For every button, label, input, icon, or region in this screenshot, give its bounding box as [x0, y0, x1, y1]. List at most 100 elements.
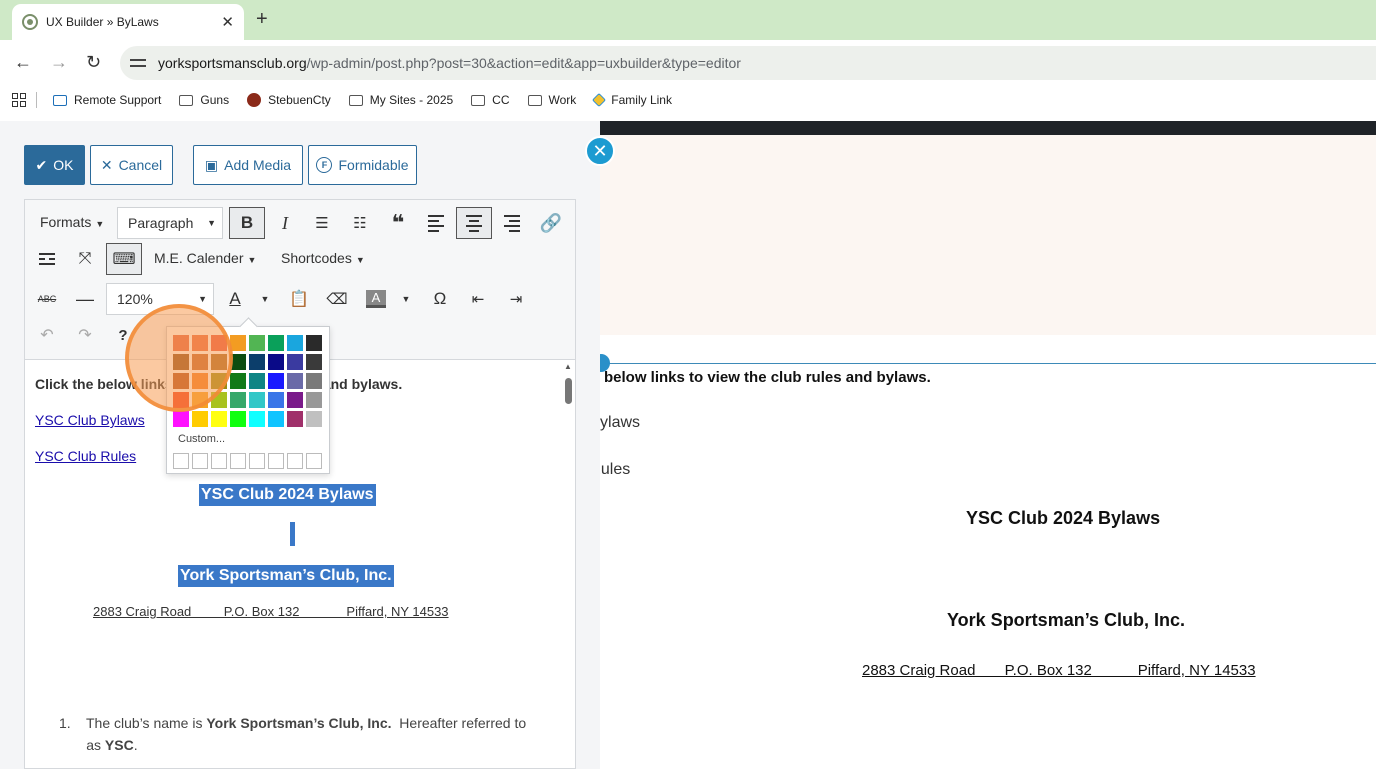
color-swatch[interactable]: [268, 411, 284, 427]
bookmark-family-link[interactable]: Family Link: [592, 92, 672, 108]
strikethrough-icon[interactable]: ABC: [35, 284, 59, 314]
numbered-list-icon[interactable]: ☷: [348, 207, 372, 239]
insert-link-icon[interactable]: 🔗: [538, 207, 564, 239]
stebuencty-icon: [247, 93, 262, 107]
color-swatch[interactable]: [249, 392, 265, 408]
custom-slot[interactable]: [230, 453, 246, 469]
align-left-icon[interactable]: [424, 207, 448, 239]
color-swatch[interactable]: [249, 354, 265, 370]
color-swatch[interactable]: [306, 335, 322, 351]
bookmark-cc[interactable]: CC: [471, 93, 510, 107]
back-icon[interactable]: ←: [14, 52, 32, 72]
redo-icon[interactable]: ↷: [73, 320, 97, 350]
reload-icon[interactable]: ↻: [86, 52, 101, 72]
new-tab-icon[interactable]: +: [256, 9, 268, 29]
text-color-dropdown-icon[interactable]: ▼: [257, 284, 273, 314]
color-swatch[interactable]: [287, 335, 303, 351]
text-color-icon[interactable]: A: [223, 284, 247, 314]
shortcodes-dropdown[interactable]: Shortcodes ▼: [281, 250, 365, 266]
bookmark-guns[interactable]: Guns: [179, 93, 229, 107]
close-icon: ✕: [100, 156, 113, 173]
align-center-icon[interactable]: [456, 207, 492, 239]
bookmark-my-sites[interactable]: My Sites - 2025: [348, 93, 454, 107]
text-editor: Formats ▼ Paragraph ▼ B I ☰ ☷ ❝ 🔗 ⤧ ⌨ M.E.…: [24, 199, 576, 769]
color-swatch[interactable]: [268, 354, 284, 370]
paste-as-text-icon[interactable]: 📋: [287, 284, 311, 314]
forward-icon[interactable]: →: [50, 52, 68, 72]
formidable-button[interactable]: F Formidable: [308, 145, 417, 185]
bookmark-label: My Sites - 2025: [369, 93, 454, 107]
add-media-button[interactable]: ▣ Add Media: [193, 145, 303, 185]
color-swatch[interactable]: [230, 392, 246, 408]
color-swatch[interactable]: [173, 411, 189, 427]
background-color-icon[interactable]: A: [365, 284, 387, 314]
align-right-icon[interactable]: [500, 207, 524, 239]
fullscreen-icon[interactable]: ⤧: [73, 243, 97, 275]
content-link-rules[interactable]: YSC Club Rules: [35, 448, 136, 464]
cancel-button[interactable]: ✕ Cancel: [90, 145, 173, 185]
editor-scrollbar[interactable]: ▲: [563, 362, 573, 768]
custom-color-link[interactable]: Custom...: [178, 433, 225, 445]
color-swatch[interactable]: [287, 392, 303, 408]
bold-icon[interactable]: B: [229, 207, 265, 239]
me-calendar-dropdown[interactable]: M.E. Calender ▼: [154, 250, 256, 266]
undo-icon[interactable]: ↶: [35, 320, 59, 350]
horizontal-line-icon[interactable]: —: [73, 284, 97, 314]
formats-dropdown[interactable]: Formats ▼: [40, 214, 104, 230]
indent-icon[interactable]: ⇥: [504, 284, 528, 314]
color-swatch[interactable]: [249, 335, 265, 351]
content-link-bylaws[interactable]: YSC Club Bylaws: [35, 412, 145, 428]
custom-slot[interactable]: [306, 453, 322, 469]
custom-slot[interactable]: [211, 453, 227, 469]
site-info-icon[interactable]: [130, 56, 148, 70]
color-swatch[interactable]: [287, 354, 303, 370]
color-swatch[interactable]: [306, 411, 322, 427]
custom-slot[interactable]: [173, 453, 189, 469]
color-swatch[interactable]: [230, 373, 246, 389]
list-bold: YSC: [104, 737, 134, 753]
color-swatch[interactable]: [268, 392, 284, 408]
custom-slot[interactable]: [287, 453, 303, 469]
block-format-select[interactable]: Paragraph ▼: [117, 207, 223, 239]
color-swatch[interactable]: [287, 373, 303, 389]
special-character-icon[interactable]: Ω: [428, 284, 452, 314]
color-swatch[interactable]: [306, 354, 322, 370]
chevron-down-icon: ▼: [247, 255, 257, 265]
outdent-icon[interactable]: ⇤: [466, 284, 490, 314]
color-swatch[interactable]: [306, 392, 322, 408]
italic-icon[interactable]: I: [273, 207, 297, 239]
preview-address: 2883 Craig Road P.O. Box 132 Piffard, NY…: [862, 662, 1256, 679]
browser-tab[interactable]: UX Builder » ByLaws ✕: [12, 4, 244, 40]
read-more-icon[interactable]: [35, 243, 59, 275]
bookmark-remote-support[interactable]: Remote Support: [53, 93, 161, 107]
close-tab-icon[interactable]: ✕: [221, 13, 234, 31]
close-editor-icon[interactable]: ✕: [585, 136, 615, 166]
ok-button[interactable]: ✔ OK: [24, 145, 85, 185]
color-swatch[interactable]: [211, 411, 227, 427]
apps-grid-icon[interactable]: [12, 93, 26, 107]
color-swatch[interactable]: [249, 411, 265, 427]
bookmark-stebuencty[interactable]: StebuenCty: [247, 93, 331, 107]
url-domain: yorksportsmansclub.org: [158, 55, 307, 71]
address-bar[interactable]: yorksportsmansclub.org/wp-admin/post.php…: [120, 46, 1376, 80]
color-swatch[interactable]: [268, 335, 284, 351]
scroll-up-icon[interactable]: ▲: [564, 362, 572, 371]
color-swatch[interactable]: [268, 373, 284, 389]
custom-color-slots: [173, 453, 322, 469]
scrollbar-thumb[interactable]: [565, 378, 572, 404]
color-swatch[interactable]: [306, 373, 322, 389]
clear-formatting-icon[interactable]: ⌫: [325, 284, 349, 314]
color-swatch[interactable]: [249, 373, 265, 389]
blockquote-icon[interactable]: ❝: [386, 207, 410, 239]
bullet-list-icon[interactable]: ☰: [310, 207, 334, 239]
background-color-dropdown-icon[interactable]: ▼: [398, 284, 414, 314]
toolbar-toggle-icon[interactable]: ⌨: [106, 243, 142, 275]
custom-slot[interactable]: [249, 453, 265, 469]
color-swatch[interactable]: [287, 411, 303, 427]
custom-slot[interactable]: [192, 453, 208, 469]
color-swatch[interactable]: [192, 411, 208, 427]
custom-slot[interactable]: [268, 453, 284, 469]
bookmark-work[interactable]: Work: [527, 93, 576, 107]
color-swatch[interactable]: [230, 411, 246, 427]
color-swatch[interactable]: [230, 335, 246, 351]
